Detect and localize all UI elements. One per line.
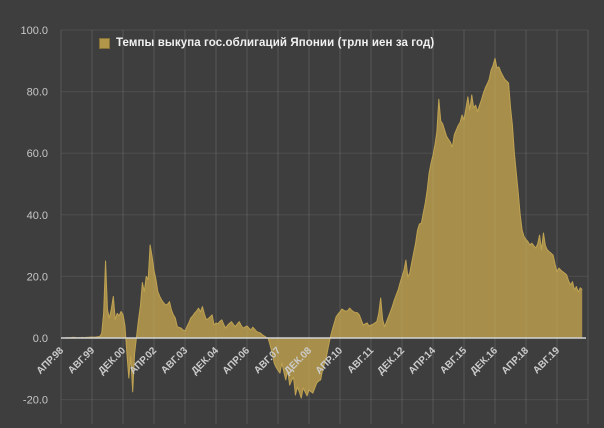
x-tick-label: ДЕК.16 bbox=[468, 345, 500, 377]
x-tick-label: ДЕК.00 bbox=[96, 345, 128, 377]
y-tick-label: 20.0 bbox=[27, 271, 48, 283]
x-tick-label: АПР.06 bbox=[221, 345, 253, 377]
x-tick-label: АВГ.11 bbox=[346, 345, 377, 376]
y-tick-label: -20.0 bbox=[23, 395, 48, 407]
y-tick-label: 40.0 bbox=[27, 210, 48, 222]
x-tick-label: АВГ.03 bbox=[159, 345, 190, 376]
area-chart: 100.080.060.040.020.00.0-20.0 АПР.98АВГ.… bbox=[0, 0, 604, 428]
x-tick-label: АПР.14 bbox=[407, 345, 439, 377]
x-tick-label: АПР.18 bbox=[500, 345, 532, 377]
y-tick-label: 60.0 bbox=[27, 148, 48, 160]
x-tick-label: АВГ.15 bbox=[438, 345, 469, 376]
x-tick-label: АВГ.19 bbox=[531, 345, 562, 376]
chart-panel: 100.080.060.040.020.00.0-20.0 АПР.98АВГ.… bbox=[0, 0, 604, 428]
y-axis-labels: 100.0 80.0 60.0 40.0 20.0 0.0 -20.0 bbox=[20, 25, 48, 407]
x-tick-label: АВГ.99 bbox=[66, 345, 97, 376]
x-tick-label: ДЕК.04 bbox=[189, 345, 221, 377]
x-tick-label: АПР.98 bbox=[35, 345, 67, 377]
area-fill bbox=[61, 58, 582, 398]
y-tick-label: 100.0 bbox=[20, 25, 48, 37]
y-tick-label: 0.0 bbox=[33, 333, 48, 345]
x-tick-label: ДЕК.12 bbox=[375, 345, 407, 377]
y-tick-label: 80.0 bbox=[27, 87, 48, 99]
area-series bbox=[61, 58, 582, 398]
